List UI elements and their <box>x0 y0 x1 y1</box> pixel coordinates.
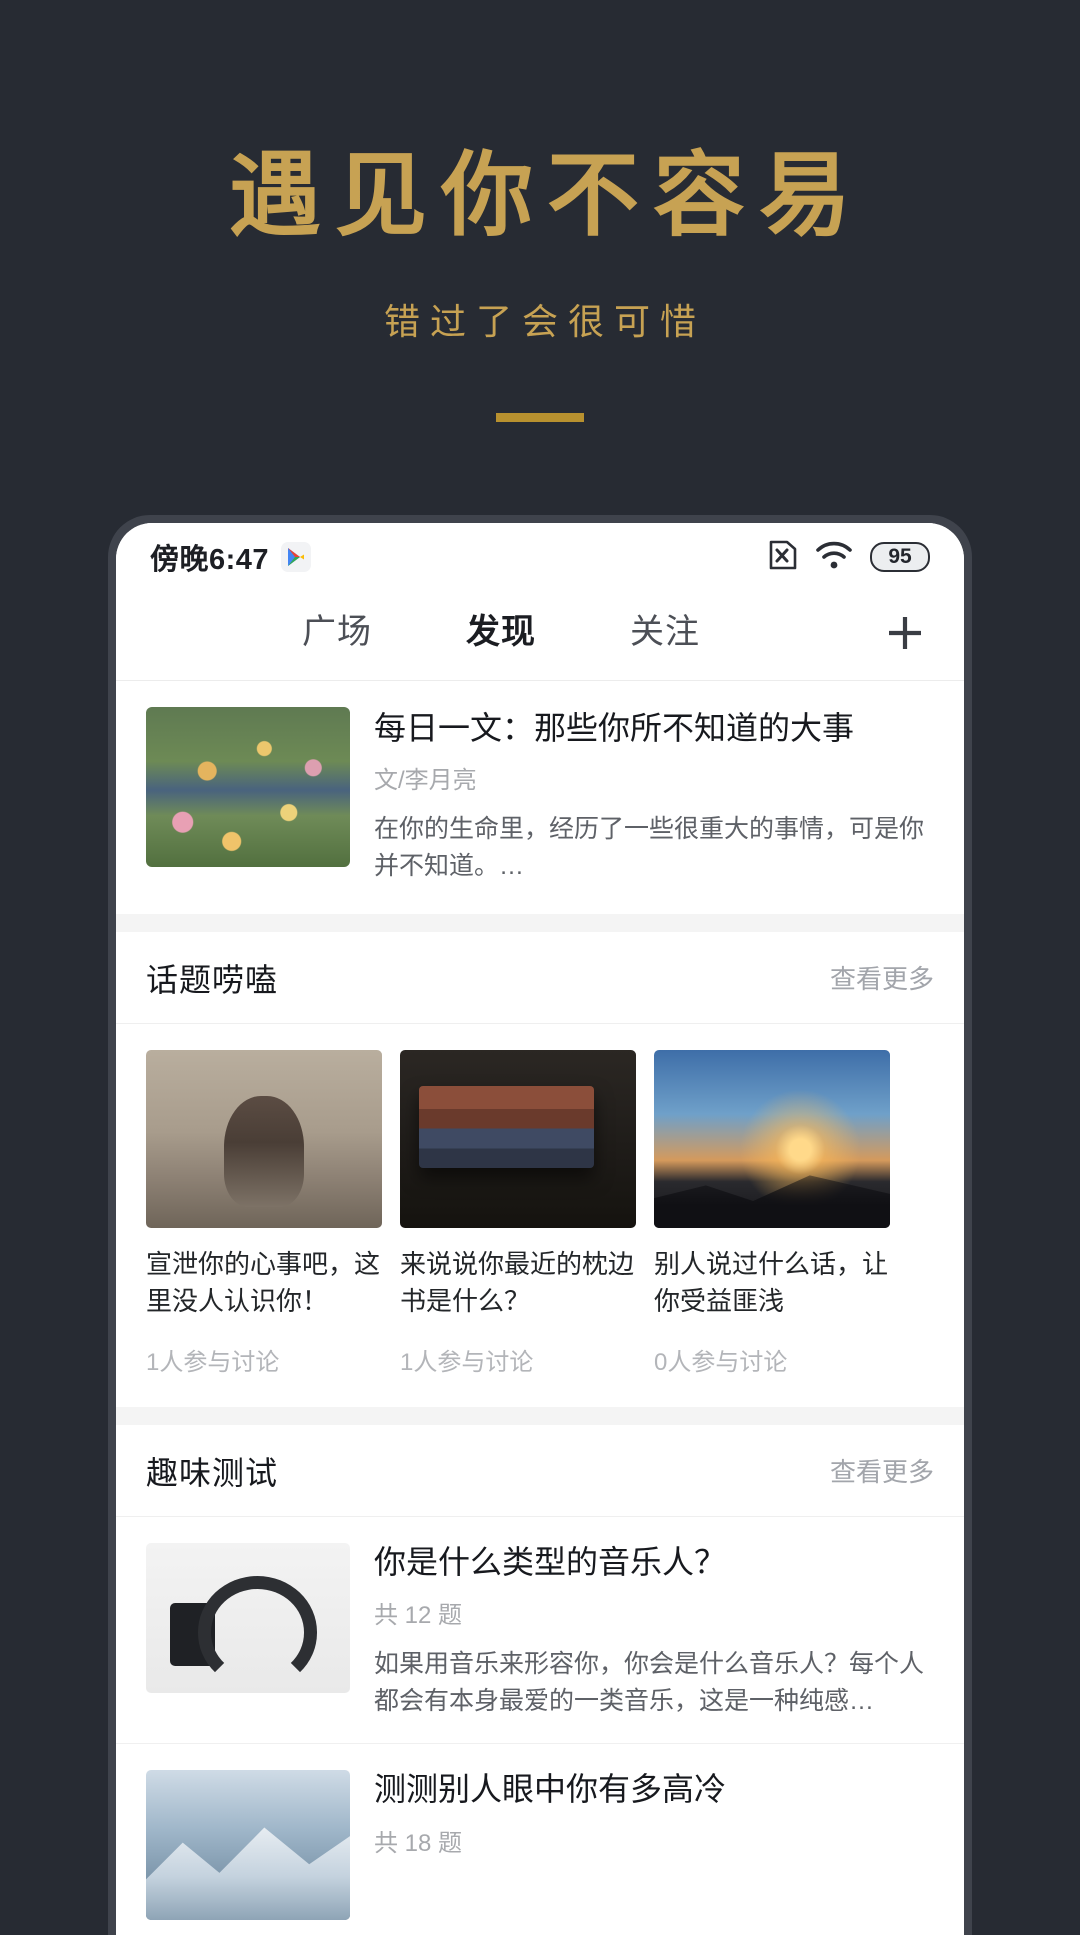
topic-participant-count: 1人参与讨论 <box>146 1349 280 1377</box>
section-gap <box>116 914 964 933</box>
topic-section-header: 话题唠嗑 查看更多 <box>116 932 964 1025</box>
phone-screen: 傍晚6:47 95 广场 发现 关注 每日一文：那些你所不知道的大事 文/李月亮… <box>116 523 964 1935</box>
quiz-section-header: 趣味测试 查看更多 <box>116 1425 964 1518</box>
tab-list: 广场 发现 关注 <box>116 602 846 663</box>
promo-subtitle: 错过了会很可惜 <box>383 301 706 342</box>
quiz-section-title: 趣味测试 <box>146 1454 279 1491</box>
quiz-thumbnail <box>146 1543 350 1694</box>
tab-guanzhu[interactable]: 关注 <box>626 602 704 663</box>
topic-title: 来说说你最近的枕边书是什么？ <box>400 1249 635 1316</box>
topic-card[interactable]: 别人说过什么话，让你受益匪浅 0人参与讨论 <box>654 1050 890 1377</box>
promo-header: 遇见你不容易 错过了会很可惜 <box>0 0 1080 422</box>
quiz-section-more-link[interactable]: 查看更多 <box>830 1452 934 1489</box>
topic-title: 宣泄你的心事吧，这里没人认识你！ <box>146 1249 381 1316</box>
topic-section: 话题唠嗑 查看更多 宣泄你的心事吧，这里没人认识你！ 1人参与讨论 来说说你最近… <box>116 932 964 1408</box>
quiz-question-count: 共 18 题 <box>374 1829 463 1857</box>
promo-divider <box>496 412 584 422</box>
quiz-card[interactable]: 测测别人眼中你有多高冷 共 18 题 <box>116 1744 964 1935</box>
wifi-icon <box>814 540 854 575</box>
topic-image <box>146 1050 382 1229</box>
status-bar-left: 傍晚6:47 <box>150 536 312 578</box>
quiz-title: 你是什么类型的音乐人？ <box>374 1544 727 1581</box>
article-title: 每日一文：那些你所不知道的大事 <box>374 710 855 746</box>
status-time: 傍晚6:47 <box>150 544 270 576</box>
topic-image <box>400 1050 636 1229</box>
topic-card[interactable]: 宣泄你的心事吧，这里没人认识你！ 1人参与讨论 <box>146 1050 382 1377</box>
topic-title: 别人说过什么话，让你受益匪浅 <box>654 1249 889 1316</box>
plus-icon <box>889 616 921 649</box>
article-description: 在你的生命里，经历了一些很重大的事情，可是你并不知道。… <box>374 815 925 880</box>
quiz-content: 测测别人眼中你有多高冷 共 18 题 <box>374 1770 934 1920</box>
topic-participant-count: 1人参与讨论 <box>400 1349 534 1377</box>
topic-list: 宣泄你的心事吧，这里没人认识你！ 1人参与讨论 来说说你最近的枕边书是什么？ 1… <box>116 1024 964 1407</box>
sim-card-disabled-icon <box>764 540 798 575</box>
daily-article-card[interactable]: 每日一文：那些你所不知道的大事 文/李月亮 在你的生命里，经历了一些很重大的事情… <box>116 681 964 915</box>
promo-title: 遇见你不容易 <box>228 145 865 247</box>
article-content: 每日一文：那些你所不知道的大事 文/李月亮 在你的生命里，经历了一些很重大的事情… <box>374 707 934 884</box>
quiz-section: 趣味测试 查看更多 你是什么类型的音乐人？ 共 12 题 如果用音乐来形容你，你… <box>116 1425 964 1935</box>
quiz-description: 如果用音乐来形容你，你会是什么音乐人？每个人都会有本身最爱的一类音乐，这是一种纯… <box>374 1650 925 1715</box>
tab-bar: 广场 发现 关注 <box>116 585 964 681</box>
article-author: 文/李月亮 <box>374 767 477 795</box>
quiz-content: 你是什么类型的音乐人？ 共 12 题 如果用音乐来形容你，你会是什么音乐人？每个… <box>374 1543 934 1719</box>
section-gap <box>116 1407 964 1426</box>
status-bar-right: 95 <box>764 540 930 575</box>
quiz-thumbnail <box>146 1770 350 1921</box>
topic-section-title: 话题唠嗑 <box>146 961 279 998</box>
quiz-title: 测测别人眼中你有多高冷 <box>374 1771 727 1808</box>
tab-guangchang[interactable]: 广场 <box>298 602 376 663</box>
topic-section-more-link[interactable]: 查看更多 <box>830 959 934 996</box>
battery-indicator: 95 <box>870 542 930 572</box>
feed-scroll-area[interactable]: 每日一文：那些你所不知道的大事 文/李月亮 在你的生命里，经历了一些很重大的事情… <box>116 681 964 1935</box>
phone-frame: 傍晚6:47 95 广场 发现 关注 每日一文：那些你所不知道的大事 文/李月亮… <box>108 515 972 1935</box>
status-bar: 傍晚6:47 95 <box>116 523 964 585</box>
topic-image <box>654 1050 890 1229</box>
quiz-question-count: 共 12 题 <box>374 1602 463 1630</box>
topic-participant-count: 0人参与讨论 <box>654 1349 788 1377</box>
add-post-button[interactable] <box>846 609 964 657</box>
article-thumbnail <box>146 707 350 867</box>
tab-faxian[interactable]: 发现 <box>458 602 544 663</box>
play-store-icon <box>281 542 312 572</box>
battery-level: 95 <box>888 545 912 568</box>
topic-card[interactable]: 来说说你最近的枕边书是什么？ 1人参与讨论 <box>400 1050 636 1377</box>
quiz-card[interactable]: 你是什么类型的音乐人？ 共 12 题 如果用音乐来形容你，你会是什么音乐人？每个… <box>116 1517 964 1745</box>
